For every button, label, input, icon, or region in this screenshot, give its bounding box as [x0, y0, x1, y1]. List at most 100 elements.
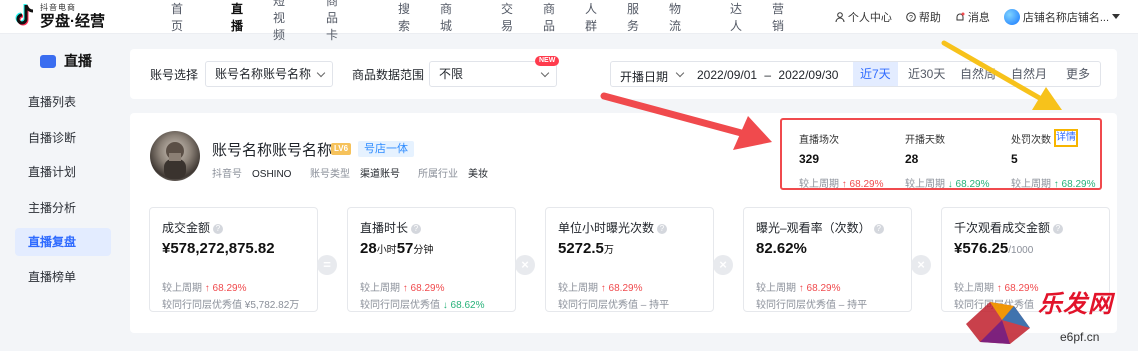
- summary-live-days: 开播天数 28 较上周期 ↓ 68.29%: [905, 131, 989, 190]
- nav-marketing[interactable]: 营销: [772, 0, 784, 34]
- help-icon[interactable]: ?: [873, 224, 884, 234]
- sidebar-header: 直播: [40, 51, 92, 71]
- user-icon: [835, 12, 845, 22]
- chevron-down-icon: [316, 68, 326, 78]
- nav-product[interactable]: 商品: [543, 0, 555, 34]
- shop-switcher[interactable]: 店铺名称店铺名...: [1003, 9, 1120, 25]
- compare-peer-label: 较同行同层优秀值: [756, 300, 836, 311]
- scope-select-value: 不限: [439, 67, 464, 81]
- summary-delta-value: ↓ 68.29%: [947, 179, 990, 190]
- sidebar-item-live-plan[interactable]: 直播计划: [15, 158, 111, 186]
- nav-logistics[interactable]: 物流: [669, 0, 681, 34]
- logo-main: 罗盘·经营: [40, 12, 105, 30]
- sidebar-item-anchor-analysis[interactable]: 主播分析: [15, 194, 111, 222]
- summary-value: 329: [799, 152, 820, 166]
- metric-label: 成交金额: [162, 221, 211, 235]
- range-7-days[interactable]: 近7天: [853, 62, 898, 86]
- nav-product-card[interactable]: 商品卡: [326, 0, 338, 43]
- messages-label: 消息: [967, 12, 990, 24]
- compare-peer-value: – 持平: [838, 300, 868, 311]
- nav-creator[interactable]: 达人: [730, 0, 742, 34]
- nav-home[interactable]: 首页: [171, 0, 183, 34]
- help-icon[interactable]: ?: [213, 224, 224, 234]
- penalty-detail-link[interactable]: 详情: [1054, 129, 1078, 147]
- metric-compare-prev: 较上周期 ↑ 68.29%: [360, 279, 444, 294]
- metric-compare-prev: 较上周期 ↑ 68.29%: [162, 279, 246, 294]
- metric-compare-prev: 较上周期 ↑ 68.29%: [756, 279, 840, 294]
- metric-value: 5272.5万: [558, 240, 614, 257]
- account-select[interactable]: 账号名称账号名称: [205, 61, 333, 87]
- personal-center-label: 个人中心: [847, 12, 892, 24]
- account-type-meta: 账号类型 渠道账号: [310, 165, 400, 180]
- help-icon[interactable]: ?: [411, 224, 422, 234]
- help-icon[interactable]: ?: [1053, 224, 1064, 234]
- help-link[interactable]: ? 帮助: [906, 9, 941, 25]
- metric-label: 千次观看成交金额: [954, 221, 1051, 235]
- range-30-days[interactable]: 近30天: [901, 62, 952, 86]
- summary-label: 开播天数: [905, 135, 945, 146]
- date-type-select[interactable]: 开播日期: [620, 68, 668, 85]
- date-filter: 开播日期 2022/09/01 – 2022/09/30 近7天 近30天 自然…: [610, 61, 1101, 87]
- nav-live[interactable]: 直播: [231, 0, 243, 34]
- summary-prev-label: 较上周期: [1011, 179, 1051, 190]
- nav-service[interactable]: 服务: [627, 0, 639, 34]
- account-select-value: 账号名称账号名称: [215, 67, 312, 81]
- nav-trade[interactable]: 交易: [501, 0, 513, 34]
- account-type-label: 账号类型: [310, 169, 350, 180]
- sidebar-item-self-diagnosis[interactable]: 自播诊断: [15, 124, 111, 152]
- range-natural-month[interactable]: 自然月: [1004, 62, 1054, 86]
- messages-link[interactable]: 消息: [955, 9, 990, 25]
- metric-compare-peer: 较同行同层优秀值 – 持平: [756, 296, 867, 311]
- douyin-logo-icon: [14, 3, 36, 29]
- shop-avatar: [1003, 9, 1020, 25]
- nav-search[interactable]: 搜索: [398, 0, 410, 34]
- metric-label-wrap: 成交金额?: [162, 219, 224, 236]
- compare-prev-label: 较上周期: [756, 283, 796, 294]
- range-natural-week[interactable]: 自然周: [953, 62, 1003, 86]
- range-more[interactable]: 更多: [1059, 62, 1097, 86]
- industry-label: 所属行业: [418, 169, 458, 180]
- metric-label-wrap: 曝光–观看率（次数）?: [756, 219, 884, 236]
- sidebar-item-live-ranking[interactable]: 直播榜单: [15, 263, 111, 291]
- exposure-unit: 万: [603, 245, 614, 256]
- compare-prev-label: 较上周期: [162, 283, 202, 294]
- summary-value: 28: [905, 152, 919, 166]
- metric-card-exposure-view-rate: 曝光–观看率（次数）? 82.62% 较上周期 ↑ 68.29% 较同行同层优秀…: [743, 207, 912, 312]
- help-icon[interactable]: ?: [657, 224, 668, 234]
- gpm-unit: /1000: [1008, 245, 1034, 256]
- account-avatar: [150, 131, 200, 181]
- compare-peer-value: ↓ 68.62%: [442, 300, 485, 311]
- metric-value: ¥576.25/1000: [954, 240, 1033, 257]
- metric-card-hourly-exposure: 单位小时曝光次数? 5272.5万 较上周期 ↑ 68.29% 较同行同层优秀值…: [545, 207, 714, 312]
- sidebar-item-live-review[interactable]: 直播复盘: [15, 228, 111, 256]
- logo[interactable]: 抖音电商 罗盘·经营: [14, 3, 105, 29]
- nav-mall[interactable]: 商城: [440, 0, 452, 34]
- personal-center-link[interactable]: 个人中心: [835, 9, 892, 25]
- summary-delta: 较上周期 ↑ 68.29%: [799, 175, 883, 190]
- compare-prev-value: ↑ 68.29%: [600, 283, 643, 294]
- level-badge: LV6: [331, 143, 352, 155]
- filter-bar: 账号选择 账号名称账号名称 商品数据范围 不限 NEW 开播日期 2022/09…: [130, 49, 1117, 99]
- date-range-input[interactable]: 2022/09/01 – 2022/09/30: [697, 68, 838, 82]
- sidebar-item-live-list[interactable]: 直播列表: [15, 88, 111, 116]
- top-navbar: 抖音电商 罗盘·经营 首页 直播 短视频 商品卡 搜索 商城 交易 商品 人群 …: [0, 0, 1138, 42]
- account-tag: 号店一体: [358, 141, 414, 157]
- nav-crowd[interactable]: 人群: [585, 0, 597, 34]
- nav-short-video[interactable]: 短视频: [273, 0, 285, 43]
- account-select-label: 账号选择: [150, 68, 199, 82]
- hours-unit: 小时: [376, 245, 397, 256]
- metric-card-live-duration: 直播时长? 28小时57分钟 较上周期 ↑ 68.29% 较同行同层优秀值 ↓ …: [347, 207, 516, 312]
- minutes-value: 57: [396, 240, 414, 257]
- live-summary-box: 直播场次 329 较上周期 ↑ 68.29% 开播天数 28 较上周期 ↓ 68…: [780, 118, 1102, 190]
- summary-label: 直播场次: [799, 135, 839, 146]
- svg-text:?: ?: [909, 15, 913, 22]
- summary-delta: 较上周期 ↑ 68.29%: [1011, 175, 1095, 190]
- equals-icon: =: [317, 255, 337, 275]
- metric-compare-peer: 较同行同层优秀值 – 持平: [558, 296, 669, 311]
- summary-delta: 较上周期 ↓ 68.29%: [905, 175, 989, 190]
- compare-peer-label: 较同行同层优秀值: [558, 300, 638, 311]
- compare-peer-value: ¥5,782.82万: [244, 300, 300, 311]
- gpm-value: ¥576.25: [954, 240, 1009, 257]
- new-badge: NEW: [535, 56, 560, 66]
- summary-delta-value: ↑ 68.29%: [841, 179, 884, 190]
